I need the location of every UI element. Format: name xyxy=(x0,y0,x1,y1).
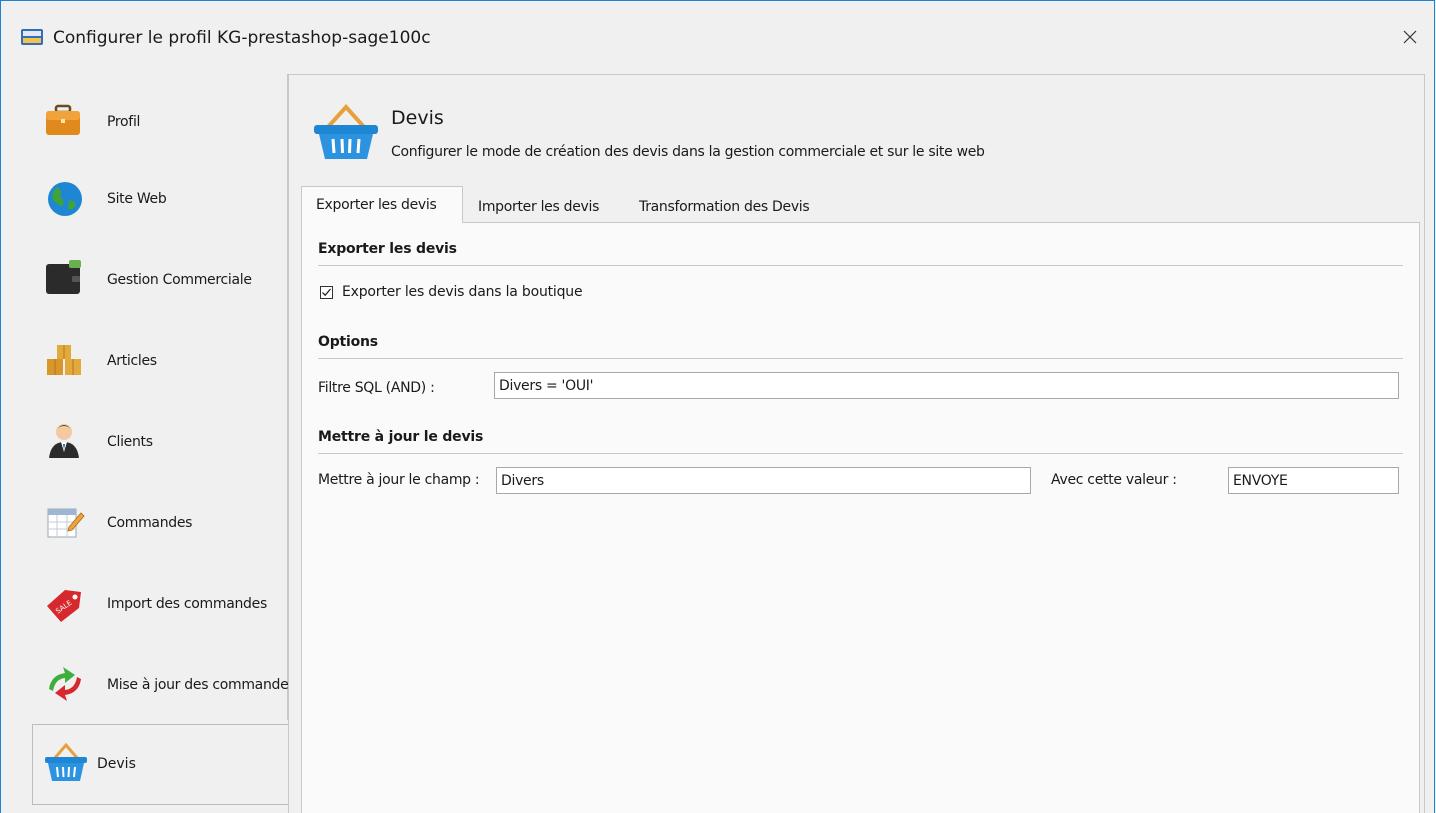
page-title: Devis xyxy=(391,107,444,129)
title-bar: Configurer le profil KG-prestashop-sage1… xyxy=(1,1,1434,49)
update-field-input[interactable] xyxy=(496,467,1031,494)
sidebar: Profil Site Web Gestion Commerciale Arti… xyxy=(9,74,296,813)
sidebar-item-commandes[interactable]: Commandes xyxy=(33,493,283,553)
close-icon[interactable] xyxy=(1396,23,1424,51)
sql-filter-input[interactable] xyxy=(494,372,1399,399)
section-divider xyxy=(318,453,1403,454)
section-title-options: Options xyxy=(318,334,378,350)
section-divider xyxy=(318,358,1403,359)
sidebar-item-mise-a-jour-commandes[interactable]: Mise à jour des commandes xyxy=(33,655,296,715)
tab-transformation-devis[interactable]: Transformation des Devis xyxy=(639,192,810,222)
sql-filter-label: Filtre SQL (AND) : xyxy=(318,380,435,396)
sidebar-item-profil[interactable]: Profil xyxy=(33,92,283,152)
window-title: Configurer le profil KG-prestashop-sage1… xyxy=(53,28,431,48)
boxes-icon xyxy=(47,345,81,375)
sidebar-item-label: Articles xyxy=(107,353,157,369)
sidebar-item-clients[interactable]: Clients xyxy=(33,412,283,472)
sidebar-item-site-web[interactable]: Site Web xyxy=(33,169,283,229)
sync-arrows-icon xyxy=(49,667,81,701)
section-title-export: Exporter les devis xyxy=(318,241,457,257)
tab-exporter-devis[interactable]: Exporter les devis xyxy=(301,186,463,223)
sidebar-item-label: Commandes xyxy=(107,515,193,531)
update-field-label: Mettre à jour le champ : xyxy=(318,472,480,488)
update-value-input[interactable] xyxy=(1228,467,1399,494)
section-divider xyxy=(318,265,1403,266)
checkbox-box[interactable] xyxy=(320,286,333,299)
basket-icon xyxy=(45,742,87,781)
checkmark-icon xyxy=(322,288,331,297)
calendar-edit-icon xyxy=(47,508,85,538)
sidebar-item-label: Import des commandes xyxy=(107,596,267,612)
sidebar-item-label: Devis xyxy=(97,756,136,772)
globe-icon xyxy=(48,182,82,216)
sidebar-item-label: Gestion Commerciale xyxy=(107,272,252,288)
sidebar-item-import-commandes[interactable]: SALE Import des commandes xyxy=(33,574,283,634)
tab-panel xyxy=(301,222,1420,813)
sidebar-item-articles[interactable]: Articles xyxy=(33,331,283,391)
tab-importer-devis[interactable]: Importer les devis xyxy=(478,192,599,222)
sidebar-item-label: Site Web xyxy=(107,191,167,207)
sidebar-item-gestion-commerciale[interactable]: Gestion Commerciale xyxy=(33,250,283,310)
update-value-label: Avec cette valeur : xyxy=(1051,472,1177,488)
sidebar-item-label: Clients xyxy=(107,434,153,450)
sidebar-item-label: Profil xyxy=(107,114,141,130)
checkbox-label: Exporter les devis dans la boutique xyxy=(342,284,583,300)
sidebar-item-label: Mise à jour des commandes xyxy=(107,677,296,693)
wallet-icon xyxy=(46,260,81,294)
alert-sync-icon xyxy=(21,29,43,45)
sale-tag-icon: SALE xyxy=(47,590,81,622)
section-title-update: Mettre à jour le devis xyxy=(318,429,484,445)
page-description: Configurer le mode de création des devis… xyxy=(391,144,985,160)
briefcase-icon xyxy=(46,104,80,135)
sidebar-item-devis[interactable]: Devis xyxy=(32,724,288,805)
user-icon xyxy=(49,424,79,458)
basket-icon xyxy=(314,104,378,159)
